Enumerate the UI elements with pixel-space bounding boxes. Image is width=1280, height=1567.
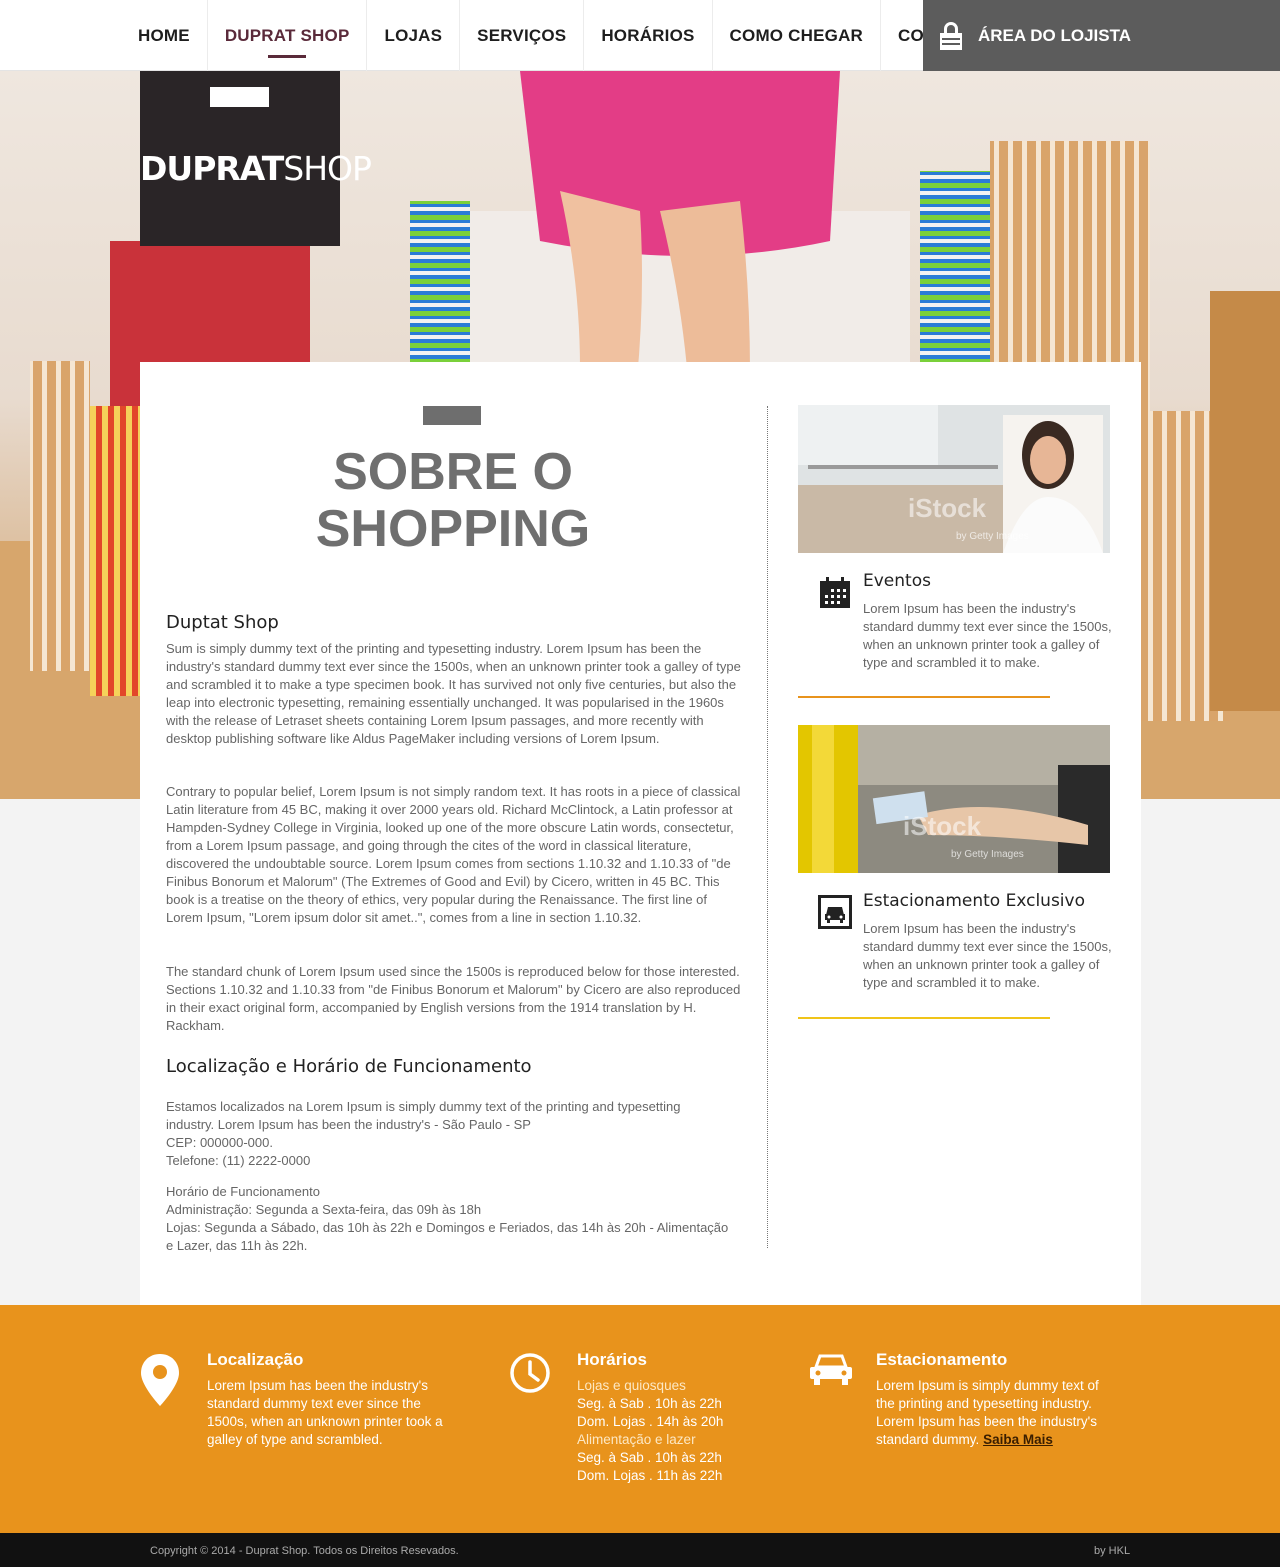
credit-link[interactable]: by HKL <box>1094 1545 1130 1557</box>
opening-hours-block: Horário de Funcionamento Administração: … <box>166 1184 729 1253</box>
estacionamento-image[interactable]: iStock by Getty Images <box>798 725 1110 873</box>
section-title-localizacao: Localização e Horário de Funcionamento <box>166 1056 532 1077</box>
svg-text:by Getty Images: by Getty Images <box>951 849 1024 860</box>
page-title: SOBRE O SHOPPING <box>315 443 591 558</box>
column-divider <box>767 406 768 1248</box>
estacionamento-text: Lorem Ipsum has been the industry's stan… <box>863 921 1112 990</box>
area-do-lojista-button[interactable]: ÁREA DO LOJISTA <box>923 0 1280 71</box>
address-block: Estamos localizados na Lorem Ipsum is si… <box>166 1099 681 1168</box>
estacionamento-divider <box>798 1017 1050 1019</box>
nav-horarios[interactable]: HORÁRIOS <box>584 0 713 71</box>
calendar-icon <box>818 576 852 610</box>
footer-localizacao-text: Lorem Ipsum has been the industry's stan… <box>207 1378 443 1447</box>
clock-icon <box>509 1352 551 1399</box>
nav-duprat-shop[interactable]: DUPRAT SHOP <box>208 0 368 71</box>
saiba-mais-link[interactable]: Saiba Mais <box>983 1432 1053 1447</box>
title-accent-bar <box>423 406 481 425</box>
footer-localizacao-title: Localização <box>207 1350 304 1369</box>
parking-car-icon <box>818 895 852 929</box>
about-paragraph-1: Sum is simply dummy text of the printing… <box>166 641 741 746</box>
eventos-image[interactable]: iStock by Getty Images <box>798 405 1110 553</box>
main-nav: HOME DUPRAT SHOP LOJAS SERVIÇOS HORÁRIOS… <box>121 0 998 71</box>
eventos-text: Lorem Ipsum has been the industry's stan… <box>863 601 1112 670</box>
footer-estacionamento-text: Lorem Ipsum is simply dummy text of the … <box>876 1378 1099 1447</box>
car-icon <box>808 1353 854 1392</box>
copyright-text: Copyright © 2014 - Duprat Shop. Todos os… <box>150 1545 459 1557</box>
info-footer: Localização Lorem Ipsum has been the ind… <box>0 1305 1280 1533</box>
svg-text:by Getty Images: by Getty Images <box>956 531 1029 542</box>
footer-estacionamento-title: Estacionamento <box>876 1350 1008 1369</box>
eventos-title[interactable]: Eventos <box>863 571 931 591</box>
top-navigation-bar: HOME DUPRAT SHOP LOJAS SERVIÇOS HORÁRIOS… <box>0 0 1280 71</box>
nav-lojas[interactable]: LOJAS <box>367 0 461 71</box>
area-do-lojista-label: ÁREA DO LOJISTA <box>978 25 1132 45</box>
map-pin-icon <box>139 1352 181 1413</box>
nav-como-chegar[interactable]: COMO CHEGAR <box>713 0 882 71</box>
about-paragraph-2: Contrary to popular belief, Lorem Ipsum … <box>166 784 741 925</box>
estacionamento-title[interactable]: Estacionamento Exclusivo <box>863 891 1085 911</box>
eventos-divider <box>798 696 1050 698</box>
about-paragraph-3: The standard chunk of Lorem Ipsum used s… <box>166 964 741 1033</box>
copyright-bar: Copyright © 2014 - Duprat Shop. Todos os… <box>0 1533 1280 1567</box>
footer-horarios-text: Lojas e quiosques Seg. à Sab . 10h às 22… <box>577 1378 724 1483</box>
nav-home[interactable]: HOME <box>121 0 208 71</box>
section-title-duprat-shop: Duptat Shop <box>166 612 279 633</box>
svg-text:iStock: iStock <box>908 493 987 523</box>
footer-horarios-title: Horários <box>577 1350 647 1369</box>
duprat-shop-logo[interactable]: DUPRATSHOP <box>140 71 372 246</box>
lock-icon <box>940 21 962 50</box>
svg-text:iStock: iStock <box>903 811 982 841</box>
content-card: SOBRE O SHOPPING Duptat Shop Sum is simp… <box>140 362 1141 1305</box>
nav-servicos[interactable]: SERVIÇOS <box>460 0 585 71</box>
